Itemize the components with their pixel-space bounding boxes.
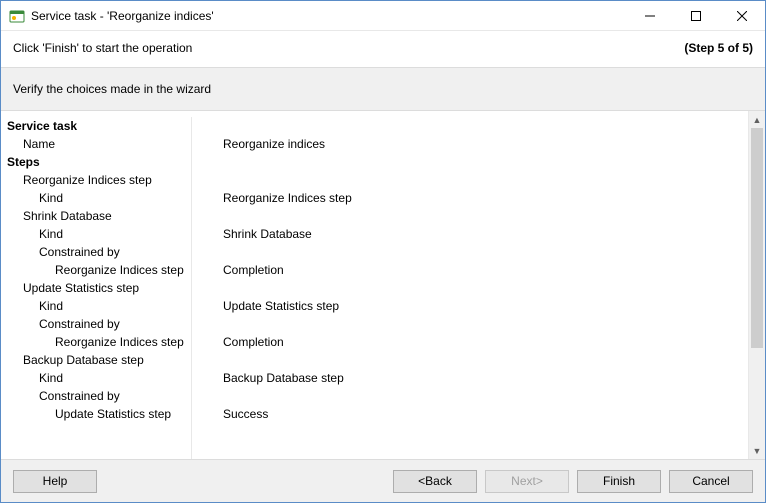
- step3-constrained-step: Reorganize Indices step: [5, 333, 195, 351]
- step2-constrained-value: Completion: [195, 261, 748, 279]
- step4-kind-label: Kind: [5, 369, 195, 387]
- back-button[interactable]: <Back: [393, 470, 477, 493]
- step1-kind-label: Kind: [5, 189, 195, 207]
- banner-text: Verify the choices made in the wizard: [13, 82, 211, 96]
- app-icon: [9, 8, 25, 24]
- step2-kind-value: Shrink Database: [195, 225, 748, 243]
- header-row: Click 'Finish' to start the operation (S…: [1, 31, 765, 67]
- footer: Help <Back Next> Finish Cancel: [1, 460, 765, 502]
- step1-title: Reorganize Indices step: [5, 171, 195, 189]
- step-indicator: (Step 5 of 5): [684, 41, 753, 55]
- step3-kind-value: Update Statistics step: [195, 297, 748, 315]
- step4-kind-value: Backup Database step: [195, 369, 748, 387]
- step4-constrained-value: Success: [195, 405, 748, 423]
- minimize-button[interactable]: [627, 1, 673, 30]
- maximize-button[interactable]: [673, 1, 719, 30]
- step2-constrained-label: Constrained by: [5, 243, 195, 261]
- content-wrap: Service task NameReorganize indices Step…: [1, 111, 765, 460]
- window-title: Service task - 'Reorganize indices': [31, 9, 627, 23]
- banner: Verify the choices made in the wizard: [1, 67, 765, 111]
- step2-kind-label: Kind: [5, 225, 195, 243]
- heading-service-task: Service task: [5, 117, 195, 135]
- scroll-up-icon[interactable]: ▲: [749, 111, 765, 128]
- window-controls: [627, 1, 765, 30]
- step3-title: Update Statistics step: [5, 279, 195, 297]
- summary-content: Service task NameReorganize indices Step…: [1, 111, 748, 459]
- scroll-down-icon[interactable]: ▼: [749, 442, 765, 459]
- cancel-button[interactable]: Cancel: [669, 470, 753, 493]
- instruction-text: Click 'Finish' to start the operation: [13, 41, 684, 55]
- next-button: Next>: [485, 470, 569, 493]
- step3-constrained-value: Completion: [195, 333, 748, 351]
- step3-kind-label: Kind: [5, 297, 195, 315]
- step4-constrained-step: Update Statistics step: [5, 405, 195, 423]
- help-button[interactable]: Help: [13, 470, 97, 493]
- column-divider: [191, 117, 192, 459]
- close-button[interactable]: [719, 1, 765, 30]
- step2-title: Shrink Database: [5, 207, 195, 225]
- vertical-scrollbar[interactable]: ▲ ▼: [748, 111, 765, 459]
- scroll-thumb[interactable]: [751, 128, 763, 348]
- value-name: Reorganize indices: [195, 135, 748, 153]
- step3-constrained-label: Constrained by: [5, 315, 195, 333]
- heading-steps: Steps: [5, 153, 195, 171]
- finish-button[interactable]: Finish: [577, 470, 661, 493]
- step2-constrained-step: Reorganize Indices step: [5, 261, 195, 279]
- step4-title: Backup Database step: [5, 351, 195, 369]
- step4-constrained-label: Constrained by: [5, 387, 195, 405]
- step1-kind-value: Reorganize Indices step: [195, 189, 748, 207]
- titlebar: Service task - 'Reorganize indices': [1, 1, 765, 31]
- dialog-window: Service task - 'Reorganize indices' Clic…: [0, 0, 766, 503]
- label-name: Name: [5, 135, 195, 153]
